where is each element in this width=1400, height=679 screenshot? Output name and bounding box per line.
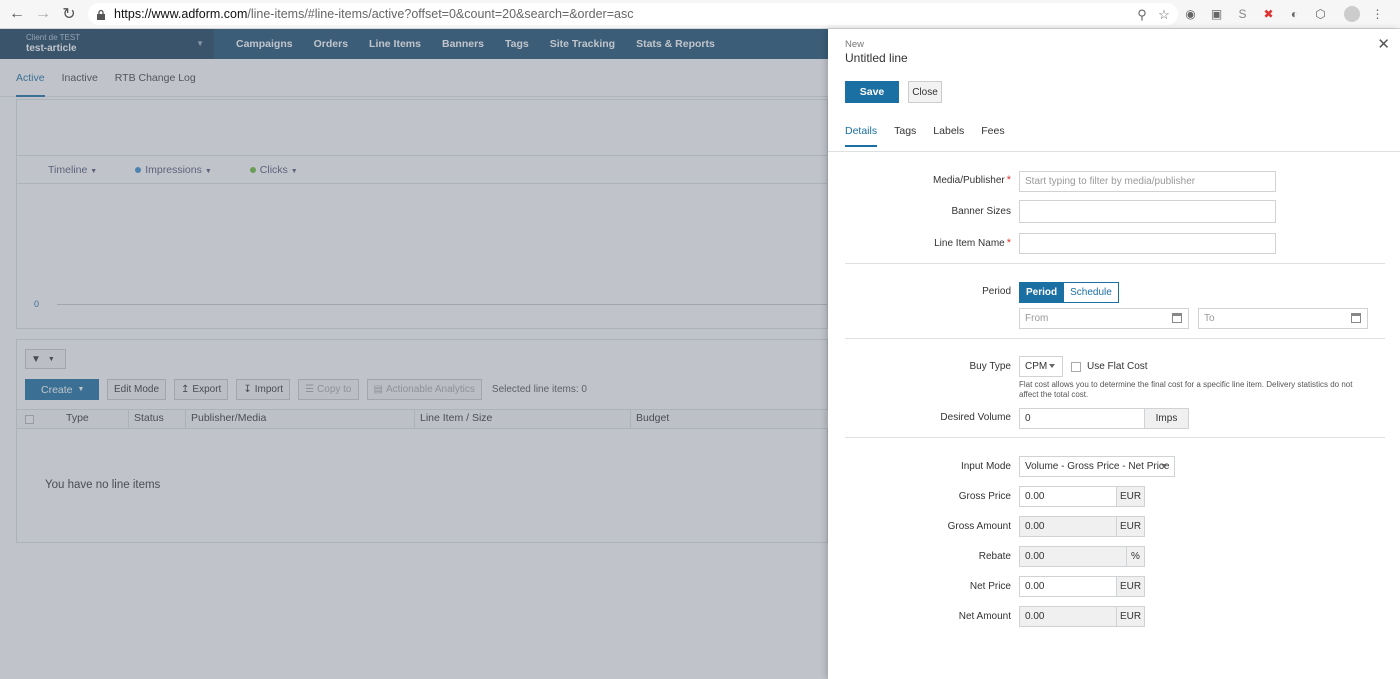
desired-volume-unit: Imps <box>1145 408 1189 429</box>
buy-type-label: Buy Type <box>969 361 1011 372</box>
use-flat-cost-checkbox[interactable] <box>1071 362 1081 372</box>
period-option[interactable]: Period <box>1019 282 1065 303</box>
gross-price-label: Gross Price <box>958 491 1011 502</box>
reload-icon[interactable]: ↻ <box>56 1 82 27</box>
net-amount-currency: EUR <box>1117 606 1145 627</box>
tab-labels[interactable]: Labels <box>933 125 964 147</box>
desired-volume-input[interactable]: 0 <box>1019 408 1145 429</box>
save-button[interactable]: Save <box>845 81 899 103</box>
net-amount-input[interactable]: 0.00 <box>1019 606 1117 627</box>
browser-toolbar: ← → ↻ https://www.adform.com/line-items/… <box>0 0 1400 29</box>
rebate-input[interactable]: 0.00 <box>1019 546 1127 567</box>
tab-fees[interactable]: Fees <box>981 125 1004 147</box>
lock-icon <box>97 9 105 20</box>
to-date-input[interactable]: To <box>1198 308 1368 329</box>
banner-sizes-label: Banner Sizes <box>951 206 1011 217</box>
input-mode-select[interactable]: Volume - Gross Price - Net Price <box>1019 456 1175 477</box>
schedule-option[interactable]: Schedule <box>1064 282 1119 303</box>
flat-cost-hint: Flat cost allows you to determine the fi… <box>1019 380 1353 399</box>
gross-price-currency: EUR <box>1117 486 1145 507</box>
buy-type-select[interactable]: CPM <box>1019 356 1063 377</box>
gross-amount-label: Gross Amount <box>947 521 1011 532</box>
hex-extension-icon[interactable]: ⬡ <box>1312 5 1329 22</box>
input-mode-label: Input Mode <box>960 461 1011 472</box>
puzzle-extension-icon[interactable]: ✖ <box>1260 5 1277 22</box>
net-price-label: Net Price <box>969 581 1011 592</box>
use-flat-cost-label[interactable]: Use Flat Cost <box>1087 361 1148 372</box>
calendar-icon[interactable] <box>1172 313 1182 323</box>
forward-arrow-icon[interactable]: → <box>30 1 56 27</box>
url-text: https://www.adform.com/line-items/#line-… <box>114 7 634 21</box>
rebate-label: Rebate <box>978 551 1011 562</box>
extension-icon[interactable]: ▣ <box>1208 5 1225 22</box>
banner-sizes-input[interactable] <box>1019 200 1276 223</box>
chevron-down-icon <box>1161 464 1167 468</box>
address-bar[interactable]: https://www.adform.com/line-items/#line-… <box>88 3 1178 25</box>
circle-extension-icon[interactable]: ◐ <box>1286 5 1303 22</box>
gross-amount-input[interactable]: 0.00 <box>1019 516 1117 537</box>
profile-avatar[interactable] <box>1344 5 1360 22</box>
from-date-input[interactable]: From <box>1019 308 1189 329</box>
close-button[interactable]: Close <box>908 81 942 103</box>
chevron-down-icon <box>1049 364 1055 368</box>
new-line-item-panel: New Untitled line ✕ Save Close Details T… <box>828 29 1400 679</box>
gross-price-input[interactable]: 0.00 <box>1019 486 1117 507</box>
tab-tags[interactable]: Tags <box>894 125 916 147</box>
line-item-name-label: Line Item Name * <box>934 237 1011 249</box>
gross-amount-currency: EUR <box>1117 516 1145 537</box>
skype-extension-icon[interactable]: S <box>1234 5 1251 22</box>
desired-volume-label: Desired Volume <box>940 412 1011 423</box>
panel-tabs: Details Tags Labels Fees <box>845 125 1005 147</box>
back-arrow-icon[interactable]: ← <box>4 1 30 27</box>
modal-backdrop[interactable] <box>0 29 828 679</box>
line-item-name-input[interactable] <box>1019 233 1276 254</box>
rebate-percent: % <box>1127 546 1145 567</box>
camera-extension-icon[interactable]: ◉ <box>1182 5 1199 22</box>
menu-dots-icon[interactable]: ⋮ <box>1369 5 1386 22</box>
net-amount-label: Net Amount <box>958 611 1011 622</box>
close-icon[interactable]: ✕ <box>1377 35 1390 53</box>
calendar-icon[interactable] <box>1351 313 1361 323</box>
zoom-icon[interactable]: ⚲ <box>1134 7 1150 23</box>
net-price-currency: EUR <box>1117 576 1145 597</box>
period-toggle: Period Schedule <box>1019 282 1119 303</box>
panel-title: Untitled line <box>845 51 908 65</box>
period-label: Period <box>982 286 1011 297</box>
media-publisher-input[interactable]: Start typing to filter by media/publishe… <box>1019 171 1276 192</box>
media-publisher-label: Media/Publisher * <box>933 174 1011 186</box>
bookmark-star-icon[interactable]: ☆ <box>1156 7 1172 23</box>
net-price-input[interactable]: 0.00 <box>1019 576 1117 597</box>
panel-kicker: New <box>845 39 865 50</box>
tab-details[interactable]: Details <box>845 125 878 147</box>
